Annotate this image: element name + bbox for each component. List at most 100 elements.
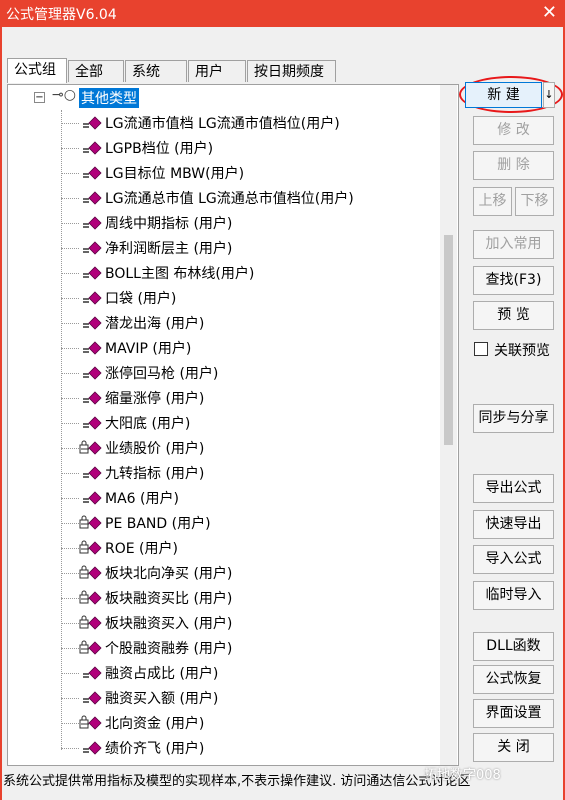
tree-connector	[61, 748, 79, 749]
tree-item-label: LG流通市值档 LG流通市值档位(用户)	[105, 116, 340, 132]
tree-item-label: LGPB档位 (用户)	[105, 141, 214, 157]
formula-icon	[83, 416, 102, 430]
move-down-button[interactable]: 下移	[515, 187, 554, 216]
formula-icon	[83, 316, 102, 330]
tree-connector	[61, 173, 79, 174]
tree-item-label: ROE (用户)	[105, 541, 178, 557]
tree-item-label: 板块融资买比 (用户)	[105, 591, 233, 607]
formula-icon	[83, 391, 102, 405]
delete-button[interactable]: 删 除	[473, 151, 554, 180]
tree-connector	[61, 373, 79, 374]
tree-connector	[61, 398, 79, 399]
folder-key-icon: ⊸○	[52, 87, 76, 103]
new-button[interactable]: 新 建	[465, 82, 542, 108]
tree-item-label: MAVIP (用户)	[105, 341, 192, 357]
ui-settings-button[interactable]: 界面设置	[473, 699, 554, 728]
tree-item-label: 缩量涨停 (用户)	[105, 391, 205, 407]
locked-formula-icon	[79, 515, 102, 530]
export-formula-button[interactable]: 导出公式	[473, 474, 554, 503]
formula-tree[interactable]: − ⊸○ 其他类型 LG流通市值档 LG流通市值档位(用户) LGPB档位 (用户…	[7, 84, 459, 766]
tree-item-label: 个股融资融券 (用户)	[105, 641, 233, 657]
link-preview-checkbox[interactable]	[474, 342, 488, 356]
tree-scrollbar[interactable]	[440, 85, 457, 765]
tree-item-label: BOLL主图 布林线(用户)	[105, 266, 255, 282]
dll-function-button[interactable]: DLL函数	[473, 632, 554, 661]
tree-item-label: LG目标位 MBW(用户)	[105, 166, 245, 182]
tree-item-label: 融资买入额 (用户)	[105, 691, 219, 707]
tree-connector	[61, 148, 79, 149]
close-icon[interactable]: ✕	[542, 2, 557, 23]
tree-item-label: 涨停回马枪 (用户)	[105, 366, 219, 382]
formula-icon	[83, 291, 102, 305]
temp-import-button[interactable]: 临时导入	[473, 581, 554, 610]
find-button[interactable]: 查找(F3)	[473, 266, 554, 295]
locked-formula-icon	[79, 715, 102, 730]
tree-connector	[61, 198, 79, 199]
locked-formula-icon	[79, 640, 102, 655]
locked-formula-icon	[79, 540, 102, 555]
tree-item-label: 周线中期指标 (用户)	[105, 216, 233, 232]
tab-by-date-frequency[interactable]: 按日期频度	[247, 60, 336, 82]
tree-item-label: 潜龙出海 (用户)	[105, 316, 205, 332]
locked-formula-icon	[79, 440, 102, 455]
formula-icon	[83, 741, 102, 755]
formula-icon	[83, 116, 102, 130]
tab-all[interactable]: 全部	[68, 60, 124, 82]
tree-connector	[61, 423, 79, 424]
import-formula-button[interactable]: 导入公式	[473, 545, 554, 574]
tree-connector	[61, 548, 79, 549]
tree-connector	[61, 573, 79, 574]
formula-icon	[83, 366, 102, 380]
modify-button[interactable]: 修 改	[473, 116, 554, 145]
window-border-left	[0, 27, 2, 800]
locked-formula-icon	[79, 615, 102, 630]
tree-item-label: 北向资金 (用户)	[105, 716, 205, 732]
tab-user[interactable]: 用户	[188, 60, 246, 82]
formula-icon	[83, 466, 102, 480]
tree-connector	[61, 323, 79, 324]
formula-icon	[83, 241, 102, 255]
tree-item-label: 业绩股价 (用户)	[105, 441, 205, 457]
tree-item-label: PE BAND (用户)	[105, 516, 211, 532]
tree-connector	[61, 623, 79, 624]
tree-connector	[61, 223, 79, 224]
tree-item-label: 净利润断层主 (用户)	[105, 241, 233, 257]
tree-connector	[61, 723, 79, 724]
close-button[interactable]: 关 闭	[473, 733, 554, 762]
quick-export-button[interactable]: 快速导出	[473, 510, 554, 539]
tree-connector	[61, 648, 79, 649]
new-dropdown-icon[interactable]: ↓	[543, 82, 555, 108]
scrollbar-thumb[interactable]	[444, 235, 453, 445]
sync-share-button[interactable]: 同步与分享	[473, 404, 554, 433]
tree-item-label: 融资占成比 (用户)	[105, 666, 219, 682]
tab-system[interactable]: 系统	[125, 60, 187, 82]
tree-connector	[61, 523, 79, 524]
tree-item-label: LG流通总市值 LG流通总市值档位(用户)	[105, 191, 354, 207]
preview-button[interactable]: 预 览	[473, 301, 554, 330]
tree-item-label: 口袋 (用户)	[105, 291, 177, 307]
tree-connector	[61, 273, 79, 274]
formula-icon	[83, 491, 102, 505]
tab-formula-group[interactable]: 公式组	[7, 58, 67, 83]
restore-formula-button[interactable]: 公式恢复	[473, 665, 554, 694]
link-preview-label: 关联预览	[494, 343, 550, 359]
move-up-button[interactable]: 上移	[473, 187, 512, 216]
formula-icon	[83, 141, 102, 155]
formula-icon	[83, 691, 102, 705]
formula-icon	[83, 216, 102, 230]
watermark: 拓地数字008	[424, 768, 501, 783]
tree-item-label: 绩价齐飞 (用户)	[105, 741, 205, 757]
tree-item-label: 板块融资买入 (用户)	[105, 616, 233, 632]
add-common-button[interactable]: 加入常用	[473, 230, 554, 259]
tree-item-label: MA6 (用户)	[105, 491, 179, 507]
tree-connector	[61, 298, 79, 299]
collapse-icon[interactable]: −	[34, 92, 45, 103]
window-title: 公式管理器V6.04	[6, 7, 117, 23]
formula-icon	[83, 266, 102, 280]
tree-item-label: 大阳底 (用户)	[105, 416, 191, 432]
tree-connector	[61, 673, 79, 674]
tree-root-label[interactable]: 其他类型	[79, 88, 139, 108]
tree-connector	[61, 698, 79, 699]
formula-icon	[83, 666, 102, 680]
tree-connector	[61, 498, 79, 499]
